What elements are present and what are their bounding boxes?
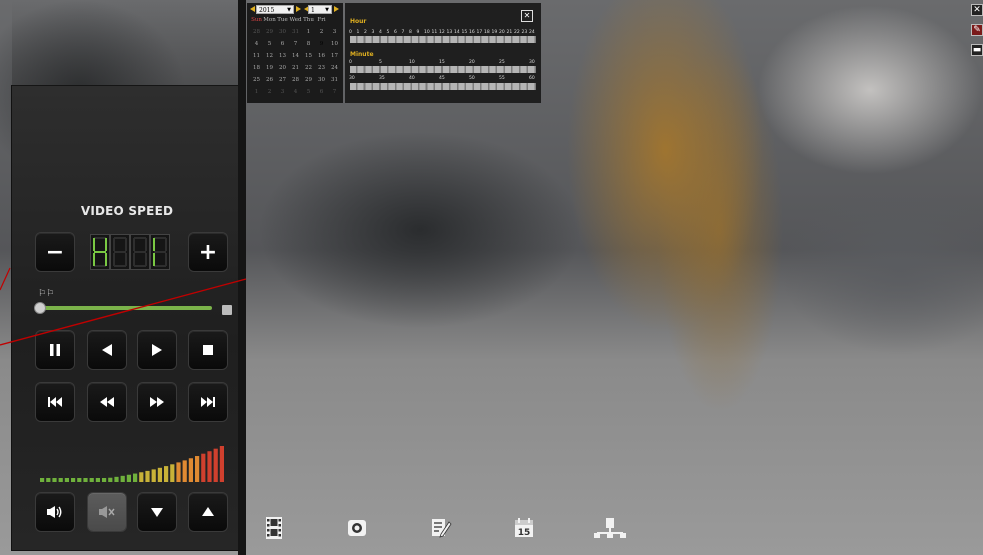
edit-note-icon[interactable] [430, 516, 452, 540]
camera-icon[interactable] [346, 516, 368, 540]
calendar-icon[interactable]: 15 [513, 516, 535, 540]
film-icon[interactable] [264, 516, 286, 540]
network-icon[interactable] [593, 516, 627, 540]
svg-text:15: 15 [518, 528, 531, 538]
annotation-line [0, 267, 247, 346]
